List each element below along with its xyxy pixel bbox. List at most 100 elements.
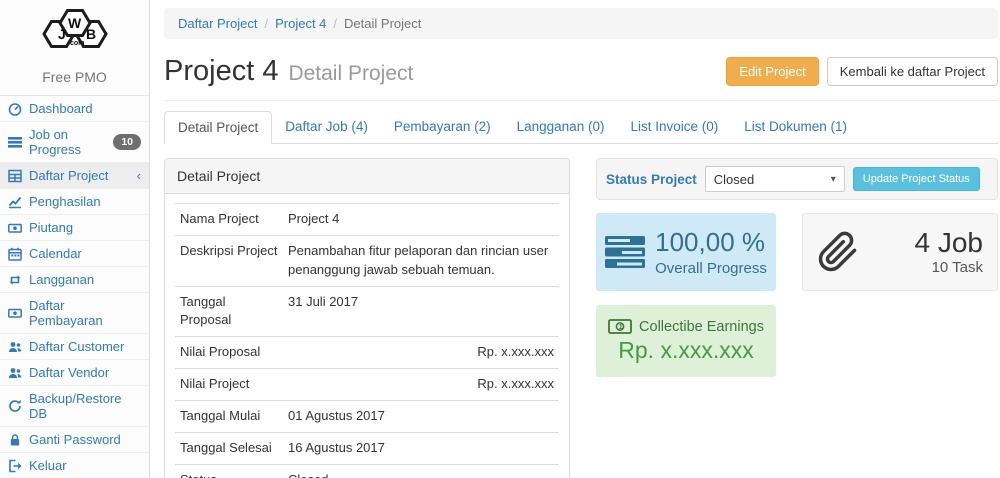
breadcrumb-link-project-4[interactable]: Project 4 [275, 16, 326, 31]
sidebar-item-label: Daftar Vendor [29, 365, 109, 380]
svg-text:B: B [86, 26, 96, 42]
row-value: Rp. x.xxx.xxx [283, 369, 559, 401]
row-label: Deskripsi Project [175, 235, 283, 286]
paperclip-icon [817, 231, 859, 273]
sidebar-item-label: Langganan [29, 272, 94, 287]
collectible-earnings-card: 1 Collectibe Earnings Rp. x.xxx.xxx [596, 305, 776, 377]
breadcrumb-separator: / [264, 16, 268, 31]
sidebar-item-label: Job on Progress [29, 127, 106, 157]
dashboard-icon [8, 102, 22, 116]
sidebar-item-label: Piutang [29, 220, 73, 235]
task-count-value: 10 Task [915, 259, 984, 276]
sidebar-item-daftar-project[interactable]: Daftar Project ‹ [0, 163, 149, 189]
sidebar-item-langganan[interactable]: Langganan [0, 267, 149, 293]
table-row: Tanggal Selesai 16 Agustus 2017 [175, 432, 559, 464]
jwb-logo: J W B .com [0, 0, 149, 65]
sidebar-item-daftar-customer[interactable]: Daftar Customer [0, 334, 149, 360]
sidebar-item-daftar-pembayaran[interactable]: Daftar Pembayaran [0, 293, 149, 334]
job-count-badge: 10 [113, 134, 141, 150]
row-label: Tanggal Selesai [175, 432, 283, 464]
app-window: J W B .com Free PMO Dashboard Job on Pro… [0, 0, 1000, 478]
row-label: Tanggal Mulai [175, 400, 283, 432]
page-header: Project 4 Detail Project Edit Project Ke… [164, 55, 998, 101]
collectible-earnings-label: Collectibe Earnings [639, 319, 764, 335]
sidebar-menu: Dashboard Job on Progress 10 Daftar Proj… [0, 95, 149, 478]
row-value: Closed [283, 464, 559, 478]
sidebar-item-keluar[interactable]: Keluar [0, 453, 149, 478]
calendar-icon [8, 247, 22, 261]
row-label: Nilai Project [175, 369, 283, 401]
breadcrumb-separator: / [333, 16, 337, 31]
status-select-value: Closed [714, 172, 754, 187]
sidebar-item-label: Ganti Password [29, 432, 121, 447]
row-label: Nama Project [175, 204, 283, 236]
tab-pembayaran[interactable]: Pembayaran (2) [381, 111, 504, 144]
row-value: 31 Juli 2017 [283, 286, 559, 337]
breadcrumb-link-daftar-project[interactable]: Daftar Project [178, 16, 257, 31]
breadcrumb-current: Detail Project [344, 16, 421, 31]
sidebar-item-job-on-progress[interactable]: Job on Progress 10 [0, 122, 149, 163]
main-area: Daftar Project / Project 4 / Detail Project … [150, 0, 1000, 478]
table-row: Tanggal Proposal 31 Juli 2017 [175, 286, 559, 337]
sidebar-item-daftar-vendor[interactable]: Daftar Vendor [0, 360, 149, 386]
detail-table: Nama Project Project 4 Deskripsi Project… [175, 203, 559, 478]
sidebar-item-label: Keluar [29, 458, 67, 473]
overall-progress-label: Overall Progress [655, 260, 767, 277]
page-title: Project 4 [164, 55, 278, 88]
sidebar-item-label: Daftar Pembayaran [29, 298, 141, 328]
table-icon [8, 169, 22, 183]
sidebar-item-label: Dashboard [29, 101, 93, 116]
job-count-value: 4 Job [915, 228, 984, 259]
svg-text:J: J [58, 26, 66, 42]
svg-text:.com: .com [68, 40, 84, 47]
row-label: Tanggal Proposal [175, 286, 283, 337]
status-select[interactable]: Closed ▾ [705, 166, 845, 192]
row-label: Status [175, 464, 283, 478]
row-label: Nilai Proposal [175, 337, 283, 369]
money-icon: 1 [608, 319, 632, 334]
sidebar: J W B .com Free PMO Dashboard Job on Pro… [0, 0, 150, 478]
status-project-well: Status Project Closed ▾ Update Project S… [596, 158, 998, 200]
tab-daftar-job[interactable]: Daftar Job (4) [272, 111, 381, 144]
line-chart-icon [8, 195, 22, 209]
sidebar-item-dashboard[interactable]: Dashboard [0, 96, 149, 122]
list-bars-icon [8, 135, 22, 149]
sidebar-item-piutang[interactable]: Piutang [0, 215, 149, 241]
sidebar-item-calendar[interactable]: Calendar [0, 241, 149, 267]
money-icon [8, 306, 22, 320]
brand-name: Free PMO [0, 69, 149, 85]
table-row: Status Closed [175, 464, 559, 478]
job-task-card: 4 Job 10 Task [802, 213, 998, 291]
users-icon [8, 340, 22, 354]
tab-langganan[interactable]: Langganan (0) [504, 111, 618, 144]
sidebar-item-label: Penghasilan [29, 194, 101, 209]
table-row: Deskripsi Project Penambahan fitur pelap… [175, 235, 559, 286]
row-value: Project 4 [283, 204, 559, 236]
edit-project-button[interactable]: Edit Project [726, 57, 818, 86]
sidebar-item-backup-restore-db[interactable]: Backup/Restore DB [0, 386, 149, 427]
back-to-project-list-button[interactable]: Kembali ke daftar Project [827, 57, 998, 86]
chevron-left-icon: ‹ [137, 168, 141, 183]
money-icon [8, 221, 22, 235]
retweet-icon [8, 273, 22, 287]
overall-progress-card: 100,00 % Overall Progress [596, 213, 776, 291]
update-project-status-button[interactable]: Update Project Status [853, 167, 980, 191]
tab-detail-project[interactable]: Detail Project [164, 111, 272, 144]
tab-list-invoice[interactable]: List Invoice (0) [617, 111, 731, 144]
users-icon [8, 366, 22, 380]
tab-list-dokumen[interactable]: List Dokumen (1) [731, 111, 860, 144]
sidebar-item-ganti-password[interactable]: Ganti Password [0, 427, 149, 453]
sidebar-item-penghasilan[interactable]: Penghasilan [0, 189, 149, 215]
detail-project-panel: Detail Project Nama Project Project 4 De… [164, 158, 570, 478]
page-subtitle: Detail Project [288, 62, 413, 86]
table-row: Nilai Project Rp. x.xxx.xxx [175, 369, 559, 401]
svg-text:W: W [68, 15, 82, 31]
panel-title: Detail Project [165, 159, 569, 194]
sidebar-item-label: Daftar Project [29, 168, 108, 183]
overall-progress-value: 100,00 % [655, 227, 767, 258]
table-row: Nilai Proposal Rp. x.xxx.xxx [175, 337, 559, 369]
row-value: 01 Agustus 2017 [283, 400, 559, 432]
row-value: Rp. x.xxx.xxx [283, 337, 559, 369]
breadcrumb: Daftar Project / Project 4 / Detail Project [164, 8, 998, 39]
sign-out-icon [8, 459, 22, 473]
